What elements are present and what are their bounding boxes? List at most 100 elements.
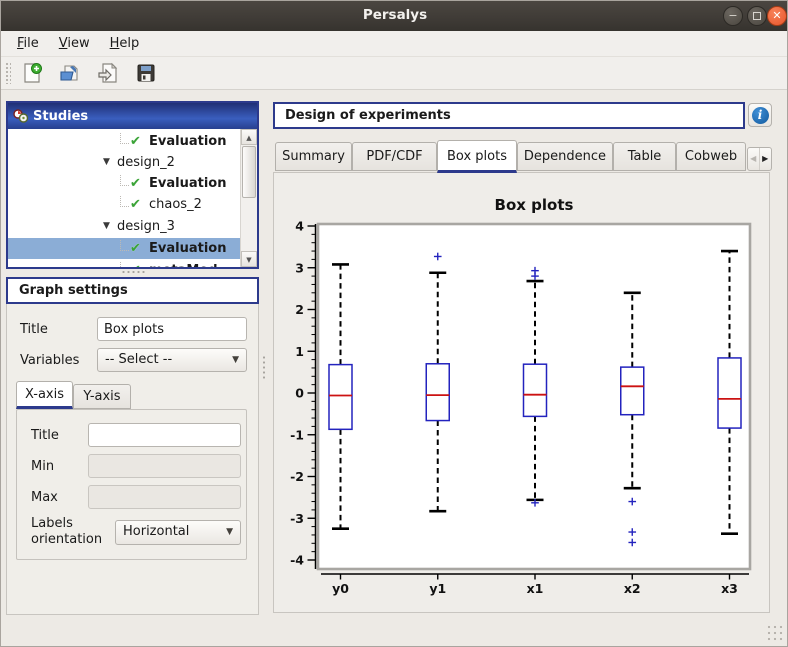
window-resize-grip[interactable] bbox=[764, 622, 784, 642]
tree-connector bbox=[120, 262, 129, 267]
import-script-button[interactable] bbox=[93, 59, 123, 87]
tree-connector bbox=[120, 133, 129, 144]
chevron-down-icon: ▼ bbox=[232, 355, 239, 365]
tree-row[interactable]: ✔ Evaluation bbox=[8, 173, 242, 194]
variables-select[interactable]: -- Select -- ▼ bbox=[97, 348, 247, 372]
tree-scrollbar[interactable]: ▲ ▼ bbox=[240, 129, 257, 267]
new-study-icon bbox=[21, 62, 43, 84]
tree-item-label: chaos_2 bbox=[149, 194, 202, 215]
studies-icon bbox=[13, 109, 29, 123]
tab-cobweb[interactable]: Cobweb bbox=[676, 142, 746, 171]
minimize-button[interactable]: − bbox=[723, 6, 743, 26]
check-icon: ✔ bbox=[130, 194, 141, 215]
tab-dependence-label: Dependence bbox=[524, 149, 606, 164]
tree-row[interactable]: ✔ Evaluation bbox=[8, 131, 242, 152]
studies-header[interactable]: Studies bbox=[8, 103, 257, 129]
tab-pdf-cdf[interactable]: PDF/CDF bbox=[352, 142, 437, 171]
tab-cobweb-label: Cobweb bbox=[685, 149, 737, 164]
chevron-down-icon: ▼ bbox=[226, 527, 233, 537]
tree-row[interactable]: ✔ chaos_2 bbox=[8, 194, 242, 215]
maximize-icon bbox=[753, 12, 761, 20]
import-script-icon bbox=[97, 62, 119, 84]
close-button[interactable]: ✕ bbox=[767, 6, 787, 26]
new-study-button[interactable] bbox=[17, 59, 47, 87]
tree-item-label: Evaluation bbox=[149, 238, 226, 259]
svg-text:x1: x1 bbox=[527, 581, 544, 596]
labels-orientation-label: Labels orientation bbox=[31, 516, 116, 548]
svg-text:0: 0 bbox=[295, 386, 304, 401]
scroll-down-icon[interactable]: ▼ bbox=[241, 251, 257, 267]
graph-settings-header: Graph settings bbox=[6, 277, 259, 304]
axis-settings-group: Title Min Max Labels orientation Horizon… bbox=[16, 409, 247, 560]
horizontal-splitter-handle[interactable] bbox=[121, 270, 145, 274]
expander-icon[interactable]: ▼ bbox=[103, 216, 110, 237]
labels-orientation-value: Horizontal bbox=[123, 524, 189, 539]
open-study-button[interactable] bbox=[55, 59, 85, 87]
tab-y-axis[interactable]: Y-axis bbox=[73, 384, 131, 409]
scroll-up-icon[interactable]: ▲ bbox=[241, 129, 257, 145]
menu-file[interactable]: File bbox=[7, 33, 49, 54]
page-title: Design of experiments bbox=[273, 102, 745, 129]
svg-text:-4: -4 bbox=[290, 553, 304, 568]
studies-header-label: Studies bbox=[33, 109, 88, 124]
vertical-splitter-handle[interactable] bbox=[262, 355, 266, 379]
svg-text:2: 2 bbox=[295, 302, 304, 317]
titlebar[interactable]: Persalys − ✕ bbox=[1, 1, 788, 31]
tab-summary-label: Summary bbox=[282, 149, 345, 164]
save-button[interactable] bbox=[131, 59, 161, 87]
scroll-right-icon[interactable]: ▶ bbox=[760, 148, 771, 170]
min-label: Min bbox=[31, 459, 54, 474]
maximize-button[interactable] bbox=[747, 6, 767, 26]
toolbar-drag-handle[interactable] bbox=[5, 62, 11, 84]
save-icon bbox=[136, 63, 156, 83]
min-input[interactable] bbox=[88, 454, 241, 478]
tree-item-label: design_3 bbox=[117, 216, 175, 237]
tree-item-label: Evaluation bbox=[149, 131, 226, 152]
labels-orientation-select[interactable]: Horizontal ▼ bbox=[115, 520, 241, 545]
tree-row[interactable]: ✔ metaMod bbox=[8, 260, 242, 267]
tab-y-axis-label: Y-axis bbox=[83, 389, 120, 404]
tree-connector bbox=[120, 175, 129, 186]
tree-row-selected[interactable]: ✔ Evaluation bbox=[8, 238, 242, 259]
tab-summary[interactable]: Summary bbox=[275, 142, 352, 171]
boxplot-chart: Box plots-4-3-2-101234y0y1x1x2x3 bbox=[273, 172, 770, 613]
svg-text:Box plots: Box plots bbox=[495, 196, 574, 214]
tab-table[interactable]: Table bbox=[613, 142, 676, 171]
tab-x-axis-label: X-axis bbox=[25, 387, 64, 402]
check-icon: ✔ bbox=[130, 238, 141, 259]
svg-text:-2: -2 bbox=[290, 469, 304, 484]
tab-scroll-buttons: ◀ ▶ bbox=[747, 147, 772, 171]
graph-title-input[interactable] bbox=[97, 317, 247, 341]
tree-row[interactable]: ▼ design_2 bbox=[8, 152, 242, 173]
info-button[interactable]: i bbox=[748, 103, 772, 127]
svg-text:-1: -1 bbox=[290, 427, 304, 442]
tree-row[interactable]: ▼ design_3 bbox=[8, 216, 242, 237]
tab-dependence[interactable]: Dependence bbox=[517, 142, 613, 171]
tree-scrollbar-thumb[interactable] bbox=[242, 146, 256, 198]
menu-help[interactable]: Help bbox=[100, 33, 150, 54]
tree-connector bbox=[120, 196, 129, 207]
svg-text:x3: x3 bbox=[721, 581, 738, 596]
tab-box-plots[interactable]: Box plots bbox=[437, 140, 517, 173]
axis-title-input[interactable] bbox=[88, 423, 241, 447]
variables-select-value: -- Select -- bbox=[105, 352, 172, 367]
tab-x-axis[interactable]: X-axis bbox=[16, 381, 73, 409]
tree-connector bbox=[120, 240, 129, 251]
check-icon: ✔ bbox=[130, 173, 141, 194]
svg-text:1: 1 bbox=[295, 344, 304, 359]
check-icon: ✔ bbox=[130, 260, 141, 267]
scroll-left-icon[interactable]: ◀ bbox=[748, 148, 760, 170]
svg-text:3: 3 bbox=[295, 260, 304, 275]
graph-title-label: Title bbox=[20, 322, 48, 337]
menu-view[interactable]: View bbox=[49, 33, 100, 54]
expander-icon[interactable]: ▼ bbox=[103, 152, 110, 173]
max-input[interactable] bbox=[88, 485, 241, 509]
menubar: File View Help bbox=[1, 31, 788, 57]
studies-tree: ✔ Evaluation ▼ design_2 ✔ Evaluation ✔ c… bbox=[8, 129, 242, 267]
persalys-window: Persalys − ✕ File View Help bbox=[0, 0, 788, 647]
tab-box-plots-label: Box plots bbox=[447, 149, 507, 164]
svg-text:y1: y1 bbox=[429, 581, 446, 596]
svg-text:4: 4 bbox=[295, 219, 304, 234]
tree-item-label: metaMod bbox=[149, 260, 218, 267]
svg-text:-3: -3 bbox=[290, 511, 304, 526]
